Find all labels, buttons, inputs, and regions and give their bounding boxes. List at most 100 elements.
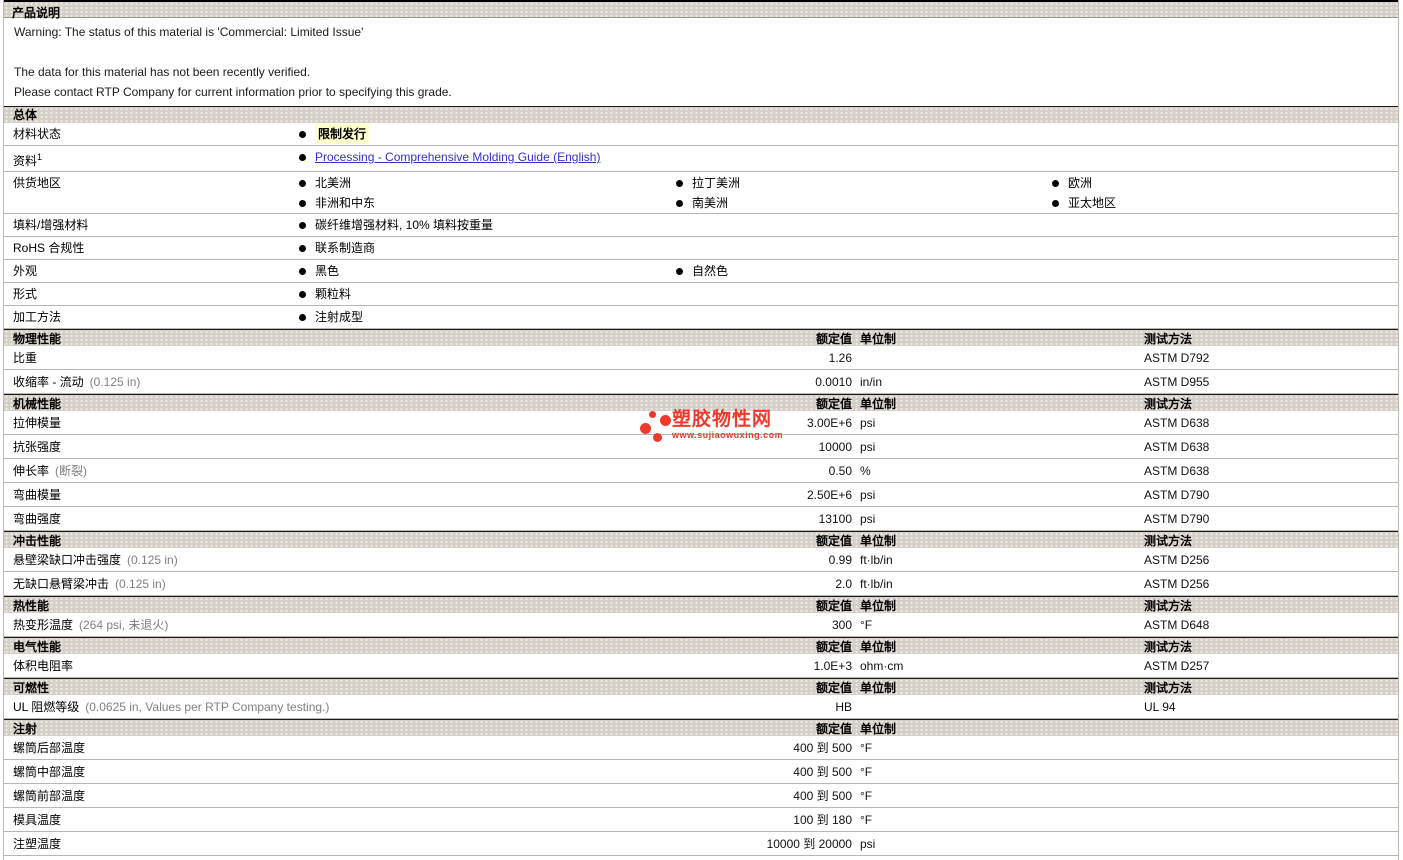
value-column-1: 碳纤维增强材料, 10% 填料按重量 — [289, 215, 666, 236]
bullet-item-label: 北美洲 — [315, 176, 352, 190]
property-label: 材料状态 — [4, 124, 289, 145]
general-rows: 材料状态 限制发行 资料1 Processing - Comprehensive Mo… — [4, 123, 1398, 329]
section-header: 物理性能 额定值 单位制 测试方法 — [4, 329, 1398, 346]
property-condition-note: (0.125 in) — [115, 577, 166, 591]
property-unit: % — [860, 463, 871, 478]
column-header-value: 额定值 — [815, 680, 852, 695]
test-method: UL 94 — [1144, 699, 1176, 714]
property-unit: °F — [860, 812, 873, 827]
section-header: 可燃性 额定值 单位制 测试方法 — [4, 678, 1398, 695]
property-unit: ohm·cm — [860, 658, 904, 673]
column-header-value: 额定值 — [815, 331, 852, 346]
property-label: 外观 — [4, 261, 289, 282]
bullet-item-label: 联系制造商 — [315, 241, 376, 255]
section-title: 机械性能 — [13, 396, 62, 411]
column-header-unit: 单位制 — [860, 721, 897, 736]
datasheet-page: 产品说明 Warning: The status of this materia… — [3, 0, 1399, 860]
property-unit: psi — [860, 439, 876, 454]
test-method: ASTM D790 — [1144, 511, 1210, 526]
property-label-text: 加工方法 — [13, 310, 62, 324]
column-header-unit: 单位制 — [860, 598, 897, 613]
property-unit: ft·lb/in — [860, 552, 893, 567]
property-row: 弯曲强度 13100 psi ASTM D790 — [4, 507, 1398, 531]
bullet-icon — [299, 221, 306, 229]
property-name: 拉伸模量 — [4, 414, 694, 431]
test-method: ASTM D257 — [1144, 658, 1210, 673]
value-column-2: 拉丁美洲 南美洲 — [666, 173, 1042, 213]
bullet-item-label: 亚太地区 — [1068, 196, 1117, 210]
bullet-item: 拉丁美洲 — [666, 173, 1042, 193]
column-header-method: 测试方法 — [1144, 396, 1193, 411]
property-value: 100 到 180 — [793, 813, 852, 827]
section-header: 机械性能 额定值 单位制 测试方法 — [4, 394, 1398, 411]
section-header-general: 总体 — [4, 106, 1398, 123]
property-name-text: 无缺口悬臂梁冲击 — [13, 577, 110, 591]
datasheet-link[interactable]: Processing - Comprehensive Molding Guide… — [315, 147, 600, 167]
column-header-method: 测试方法 — [1144, 680, 1193, 695]
property-name-text: 体积电阻率 — [13, 659, 74, 673]
bullet-item: 亚太地区 — [1042, 193, 1398, 213]
test-method: ASTM D790 — [1144, 487, 1210, 502]
section-title: 可燃性 — [13, 680, 50, 695]
bullet-item: 颗粒料 — [289, 284, 666, 304]
bullet-item: 南美洲 — [666, 193, 1042, 213]
bullet-item-label: 欧洲 — [1068, 176, 1093, 190]
property-value: 2.0 — [835, 576, 852, 591]
property-value: 2.50E+6 — [806, 487, 852, 502]
test-method: ASTM D256 — [1144, 576, 1210, 591]
property-label: 加工方法 — [4, 307, 289, 328]
property-name: 弯曲强度 — [4, 510, 694, 527]
property-name-text: 热变形温度 — [13, 618, 74, 632]
value-column-1: 联系制造商 — [289, 238, 666, 259]
property-label: 资料1 — [4, 147, 289, 171]
bullet-item: 北美洲 — [289, 173, 666, 193]
property-condition-note: (0.125 in) — [89, 375, 141, 389]
property-row: 收缩率 - 流动 (0.125 in) 0.0010 in/in ASTM D955 — [4, 370, 1398, 394]
property-unit: psi — [860, 487, 876, 502]
property-row: 比重 1.26 ASTM D792 — [4, 346, 1398, 370]
bullet-icon — [299, 179, 306, 187]
bullet-item-label: 非洲和中东 — [315, 196, 376, 210]
property-label: 填料/增强材料 — [4, 215, 289, 236]
warning-line-1: Warning: The status of this material is … — [14, 25, 364, 39]
property-label: 供货地区 — [4, 173, 289, 213]
bullet-item: 非洲和中东 — [289, 193, 666, 213]
general-row: 外观 黑色 自然色 — [4, 260, 1398, 283]
property-name-text: 抗张强度 — [13, 440, 62, 454]
footnote-marker: 1 — [37, 152, 43, 162]
property-name: 注塑温度 — [4, 835, 694, 852]
property-sections: 物理性能 额定值 单位制 测试方法 比重 1.26 ASTM D792 收缩率 - 流动 (0.… — [4, 329, 1398, 856]
property-condition-note: (断裂) — [55, 464, 88, 478]
property-unit: psi — [860, 836, 876, 851]
bullet-item: 联系制造商 — [289, 238, 666, 258]
warning-line-3: Please contact RTP Company for current i… — [14, 85, 452, 99]
property-name-text: 收缩率 - 流动 — [13, 375, 84, 389]
property-row: 弯曲模量 2.50E+6 psi ASTM D790 — [4, 483, 1398, 507]
section-title: 注射 — [13, 721, 38, 736]
bullet-item: 碳纤维增强材料, 10% 填料按重量 — [289, 215, 666, 235]
property-condition-note: (264 psi, 未退火) — [79, 618, 169, 632]
section-header: 注射 额定值 单位制 — [4, 719, 1398, 736]
general-row: 供货地区 北美洲非洲和中东 拉丁美洲 南美洲 欧洲亚太地区 — [4, 172, 1398, 214]
property-name-text: 拉伸模量 — [13, 416, 62, 430]
column-header-value: 额定值 — [815, 396, 852, 411]
property-name: 模具温度 — [4, 811, 694, 828]
property-value: 400 到 500 — [793, 789, 852, 803]
property-value: 300 — [831, 617, 852, 632]
section-title: 总体 — [13, 108, 38, 122]
property-unit: in/in — [860, 374, 883, 389]
property-row: 拉伸模量 3.00E+6 psi ASTM D638 — [4, 411, 1398, 435]
property-name-text: 伸长率 — [13, 464, 50, 478]
property-label: RoHS 合规性 — [4, 238, 289, 259]
bullet-item: 欧洲 — [1042, 173, 1398, 193]
property-value: 3.00E+6 — [806, 415, 852, 430]
property-value: 0.0010 — [815, 374, 852, 389]
property-row: 伸长率 (断裂) 0.50% ASTM D638 — [4, 459, 1398, 483]
property-unit: °F — [860, 617, 873, 632]
property-row: 抗张强度 10000 psi ASTM D638 — [4, 435, 1398, 459]
bullet-icon — [299, 267, 306, 275]
test-method: ASTM D638 — [1144, 439, 1210, 454]
property-row: 热变形温度 (264 psi, 未退火) 300 °F ASTM D648 — [4, 613, 1398, 637]
property-value: 10000 — [818, 439, 852, 454]
property-name: UL 阻燃等级 (0.0625 in, Values per RTP Compan… — [4, 698, 694, 715]
